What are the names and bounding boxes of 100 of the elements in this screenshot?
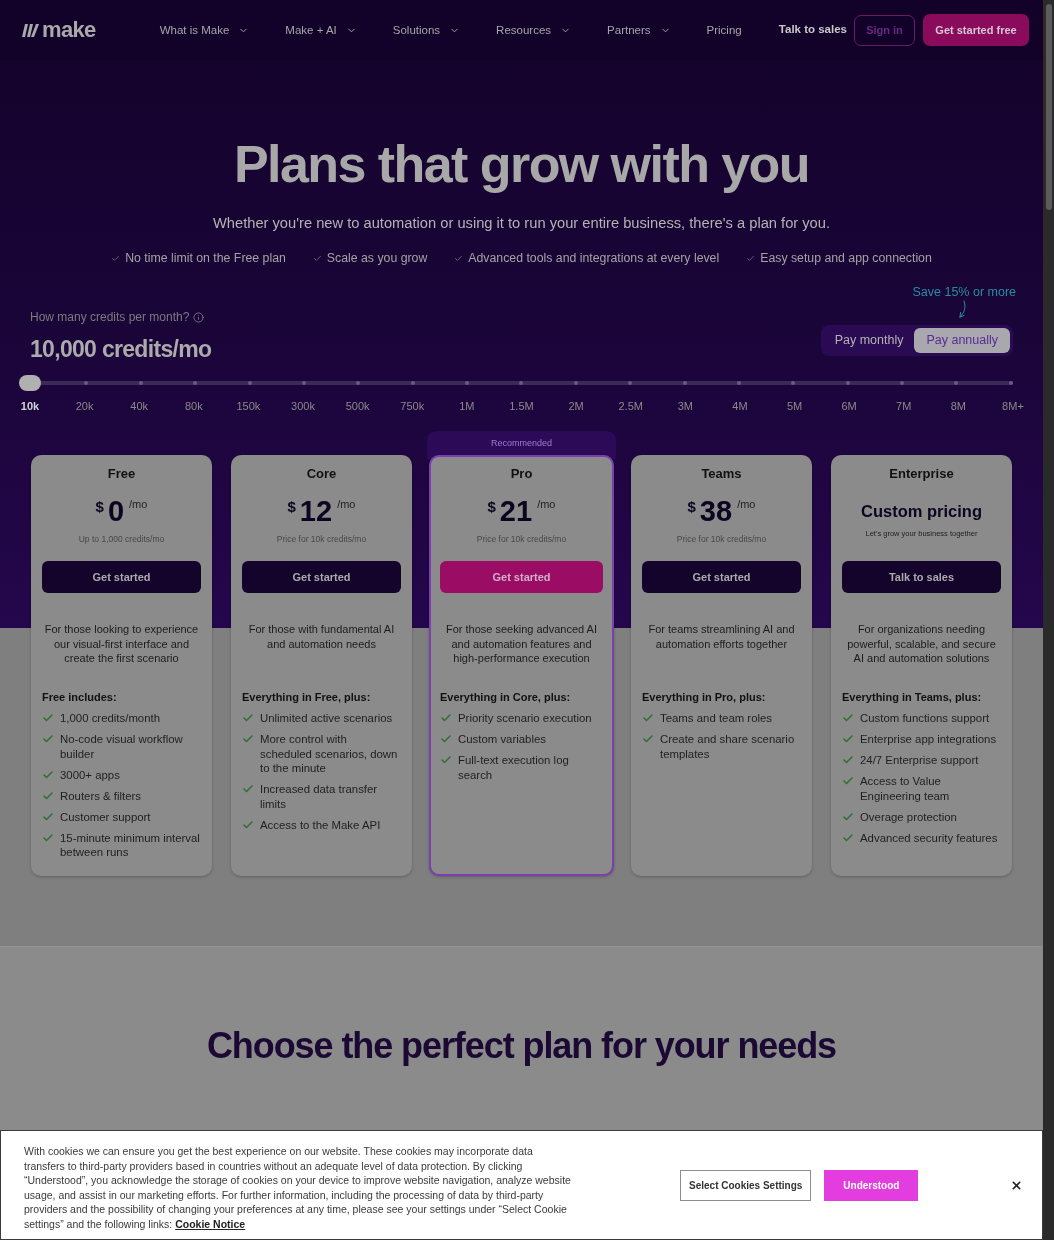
- slider-stop-label[interactable]: 1M: [446, 399, 487, 413]
- nav-link[interactable]: Make + AI: [285, 22, 357, 38]
- slider-thumb[interactable]: [19, 375, 41, 391]
- slider-stop-label[interactable]: 8M+: [992, 399, 1033, 413]
- check-icon: [242, 733, 254, 745]
- slider-stop-label[interactable]: 20k: [64, 399, 105, 413]
- feature-text: Advanced security features: [860, 830, 999, 845]
- features-heading: Everything in Core, plus:: [440, 690, 572, 704]
- check-icon: [42, 810, 54, 823]
- features-heading: Free includes:: [42, 690, 118, 704]
- currency-symbol: $: [287, 498, 296, 516]
- plan-name: Pro: [510, 466, 533, 482]
- check-icon: [842, 712, 854, 724]
- plan-description: For those seeking advanced AI and automation features and high-performance execution: [444, 622, 598, 666]
- slider-stop-label[interactable]: 2M: [556, 399, 597, 413]
- slider-stop-label[interactable]: 5M: [774, 399, 815, 413]
- plan-cta-button[interactable]: Get started: [42, 561, 201, 593]
- currency-symbol: $: [487, 498, 496, 516]
- plan-name: Free: [107, 466, 136, 482]
- price-period: /mo: [737, 497, 756, 511]
- check-icon: [42, 831, 54, 844]
- features-heading: Everything in Free, plus:: [242, 690, 372, 704]
- cookie-notice-link[interactable]: Cookie Notice: [175, 1217, 246, 1230]
- page-subtitle: Whether you're new to automation or using it to run your entire business, there's a plan for you.: [211, 214, 832, 233]
- slider-stop-label[interactable]: 4M: [719, 399, 760, 413]
- slider-stop-label[interactable]: 1.5M: [501, 399, 542, 413]
- check-icon: [111, 253, 121, 263]
- plan-description: For teams streamlining AI and automation efforts together: [647, 622, 796, 652]
- billing-option-tab[interactable]: Pay annually: [914, 328, 1010, 353]
- check-icon: [312, 253, 322, 263]
- features-heading: Everything in Pro, plus:: [642, 690, 767, 704]
- slider-stop-label[interactable]: 500k: [337, 399, 378, 413]
- slider-stop-label[interactable]: 7M: [883, 399, 924, 413]
- highlight-text: Advanced tools and integrations at every level: [468, 250, 720, 267]
- check-icon: [42, 733, 54, 745]
- plan-cta-button[interactable]: Get started: [440, 561, 603, 593]
- check-icon: [842, 754, 854, 766]
- slider-stop-label[interactable]: 750k: [392, 399, 433, 413]
- nav-link[interactable]: What is Make: [159, 22, 250, 38]
- slider-stop-label[interactable]: 3M: [665, 399, 706, 413]
- scrollbar[interactable]: [1043, 0, 1054, 1240]
- slider-stop-label[interactable]: 2.5M: [610, 399, 651, 413]
- features-heading: Everything in Teams, plus:: [842, 690, 983, 704]
- plan-cta-button[interactable]: Get started: [242, 561, 401, 593]
- feature-text: Increased data transfer limits: [260, 782, 379, 811]
- check-icon: [440, 712, 452, 724]
- plan-cta-button[interactable]: Get started: [642, 561, 801, 593]
- check-icon: [42, 768, 54, 781]
- feature-text: No-code visual workflow builder: [60, 732, 184, 761]
- slider-stop-label[interactable]: 8M: [938, 399, 979, 413]
- slider-stop-label[interactable]: 150k: [228, 399, 269, 413]
- nav-link[interactable]: Pricing: [706, 22, 742, 38]
- close-icon[interactable]: [1010, 1178, 1023, 1192]
- plan-cta-button[interactable]: Talk to sales: [842, 561, 1001, 593]
- page-title: Plans that grow with you: [232, 136, 810, 193]
- get-started-free-button[interactable]: Get started free: [923, 14, 1029, 46]
- slider-stop-label[interactable]: 10k: [10, 399, 50, 413]
- price-amount: 12: [299, 495, 333, 527]
- price-period: /mo: [129, 497, 148, 511]
- price-note: Price for 10k credits/mo: [276, 533, 367, 545]
- billing-option-tab[interactable]: Pay monthly: [823, 328, 915, 353]
- slider-stop-label[interactable]: 300k: [283, 399, 324, 413]
- cookie-action-button[interactable]: Understood: [824, 1169, 919, 1201]
- feature-text: 24/7 Enterprise support: [860, 753, 980, 768]
- check-icon: [842, 831, 854, 844]
- nav-link[interactable]: Partners: [607, 22, 671, 38]
- check-icon: [642, 733, 654, 745]
- plan-name: Teams: [701, 466, 742, 482]
- slider-stop-label[interactable]: 80k: [173, 399, 214, 413]
- logo-icon: [22, 23, 39, 37]
- feature-text: Custom functions support: [860, 711, 991, 726]
- check-icon: [42, 789, 54, 802]
- nav-link[interactable]: Solutions: [392, 22, 461, 38]
- cookie-consent-text: With cookies we can ensure you get the best experience on our website. These cookies may incorporate data transfers to third-party providers based in countries without an adequate level of data protection. By clicking “Understood”, you acknowledge the storage of cookies on your device to improve website navigation, analyze website usage, and assist in our marketing efforts. For further information, including the processing of data by third-party providers and the possibility of changing your preferences at any time, please see your settings under “Select Cookie settings” and the following links: Cookie Notice: [24, 1144, 572, 1232]
- logo-link[interactable]: make: [22, 17, 96, 43]
- feature-text: Overage protection: [860, 809, 958, 824]
- plan-description: For organizations needing powerful, scalable, and secure AI and automation solutions: [846, 622, 997, 666]
- currency-symbol: $: [687, 498, 696, 516]
- plan-description: For those with fundamental AI and automation needs: [247, 622, 396, 652]
- feature-text: Unlimited active scenarios: [260, 711, 394, 726]
- talk-to-sales-link[interactable]: Talk to sales: [778, 21, 847, 39]
- nav-link[interactable]: Resources: [496, 22, 572, 38]
- slider-stop-label[interactable]: 6M: [829, 399, 870, 413]
- check-icon: [454, 253, 464, 263]
- highlight-text: No time limit on the Free plan: [125, 250, 286, 267]
- info-icon[interactable]: [193, 311, 205, 323]
- plan-name: Core: [306, 466, 337, 482]
- savings-note: Save 15% or more: [912, 284, 1016, 300]
- credits-question: How many credits per month?: [30, 309, 190, 325]
- cookie-action-button[interactable]: Select Cookies Settings: [680, 1169, 812, 1201]
- slider-stop-label[interactable]: 40k: [119, 399, 160, 413]
- price-note: Price for 10k credits/mo: [476, 533, 567, 545]
- check-icon: [42, 712, 54, 724]
- curved-arrow-icon: [958, 300, 967, 320]
- feature-text: Access to the Make API: [260, 817, 382, 832]
- custom-price: Custom pricing: [861, 501, 982, 522]
- check-icon: [242, 818, 254, 831]
- feature-text: Full-text execution log search: [458, 753, 570, 782]
- section-heading: Choose the perfect plan for your needs: [205, 1024, 838, 1068]
- feature-text: Custom variables: [458, 732, 547, 747]
